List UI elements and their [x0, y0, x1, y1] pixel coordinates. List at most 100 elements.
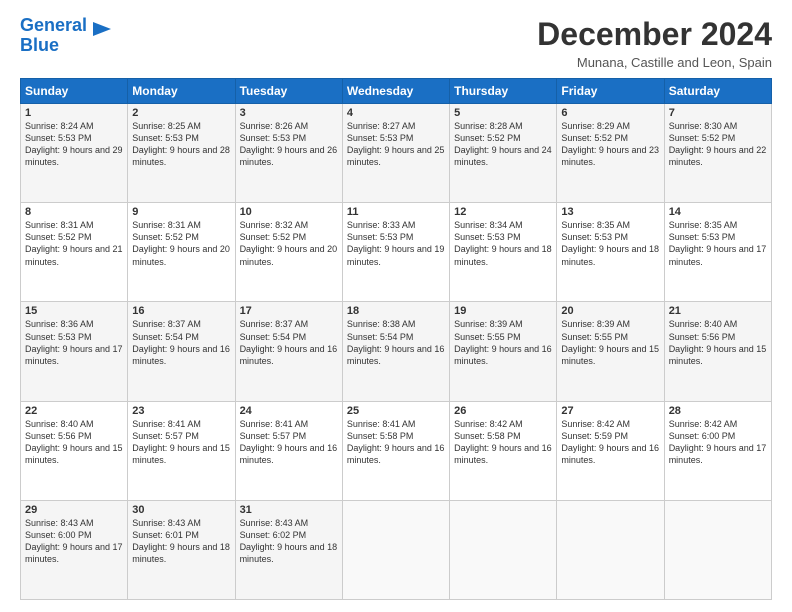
day-number: 14	[669, 206, 767, 218]
day-number: 29	[25, 504, 123, 516]
table-cell: 30 Sunrise: 8:43 AMSunset: 6:01 PMDayligh…	[128, 500, 235, 599]
day-number: 1	[25, 107, 123, 119]
day-number: 4	[347, 107, 445, 119]
location: Munana, Castille and Leon, Spain	[537, 55, 772, 70]
table-cell: 12 Sunrise: 8:34 AMSunset: 5:53 PMDayligh…	[450, 203, 557, 302]
calendar-header-row: Sunday Monday Tuesday Wednesday Thursday…	[21, 79, 772, 104]
table-cell	[450, 500, 557, 599]
cell-info: Sunrise: 8:35 AMSunset: 5:53 PMDaylight:…	[561, 220, 659, 266]
table-row: 29 Sunrise: 8:43 AMSunset: 6:00 PMDayligh…	[21, 500, 772, 599]
table-cell: 28 Sunrise: 8:42 AMSunset: 6:00 PMDayligh…	[664, 401, 771, 500]
day-number: 30	[132, 504, 230, 516]
day-number: 5	[454, 107, 552, 119]
cell-info: Sunrise: 8:34 AMSunset: 5:53 PMDaylight:…	[454, 220, 552, 266]
day-number: 12	[454, 206, 552, 218]
table-row: 1Sunrise: 8:24 AMSunset: 5:53 PMDaylight…	[21, 104, 772, 203]
cell-info: Sunrise: 8:31 AMSunset: 5:52 PMDaylight:…	[132, 220, 230, 266]
table-cell: 26Sunrise: 8:42 AMSunset: 5:58 PMDayligh…	[450, 401, 557, 500]
day-number: 26	[454, 405, 552, 417]
header: General Blue December 2024 Munana, Casti…	[20, 16, 772, 70]
header-saturday: Saturday	[664, 79, 771, 104]
cell-info: Sunrise: 8:39 AMSunset: 5:55 PMDaylight:…	[454, 319, 552, 365]
header-monday: Monday	[128, 79, 235, 104]
header-sunday: Sunday	[21, 79, 128, 104]
table-cell: 31 Sunrise: 8:43 AMSunset: 6:02 PMDayligh…	[235, 500, 342, 599]
table-cell: 6 Sunrise: 8:29 AMSunset: 5:52 PMDaylight…	[557, 104, 664, 203]
table-cell: 16Sunrise: 8:37 AMSunset: 5:54 PMDayligh…	[128, 302, 235, 401]
day-number: 28	[669, 405, 767, 417]
header-wednesday: Wednesday	[342, 79, 449, 104]
table-cell: 7 Sunrise: 8:30 AMSunset: 5:52 PMDaylight…	[664, 104, 771, 203]
logo-general: General	[20, 15, 87, 35]
day-number: 3	[240, 107, 338, 119]
table-cell: 5Sunrise: 8:28 AMSunset: 5:52 PMDaylight…	[450, 104, 557, 203]
table-cell: 1Sunrise: 8:24 AMSunset: 5:53 PMDaylight…	[21, 104, 128, 203]
title-block: December 2024 Munana, Castille and Leon,…	[537, 16, 772, 70]
table-cell: 18 Sunrise: 8:38 AMSunset: 5:54 PMDayligh…	[342, 302, 449, 401]
day-number: 25	[347, 405, 445, 417]
table-cell: 21Sunrise: 8:40 AMSunset: 5:56 PMDayligh…	[664, 302, 771, 401]
table-cell: 3Sunrise: 8:26 AMSunset: 5:53 PMDaylight…	[235, 104, 342, 203]
cell-info: Sunrise: 8:35 AMSunset: 5:53 PMDaylight:…	[669, 220, 767, 266]
day-number: 24	[240, 405, 338, 417]
day-number: 20	[561, 305, 659, 317]
day-number: 19	[454, 305, 552, 317]
table-row: 22Sunrise: 8:40 AMSunset: 5:56 PMDayligh…	[21, 401, 772, 500]
table-cell: 14 Sunrise: 8:35 AMSunset: 5:53 PMDayligh…	[664, 203, 771, 302]
table-cell: 19 Sunrise: 8:39 AMSunset: 5:55 PMDayligh…	[450, 302, 557, 401]
table-cell	[557, 500, 664, 599]
table-cell	[664, 500, 771, 599]
cell-info: Sunrise: 8:41 AMSunset: 5:57 PMDaylight:…	[132, 419, 230, 465]
cell-info: Sunrise: 8:29 AMSunset: 5:52 PMDaylight:…	[561, 121, 659, 167]
day-number: 31	[240, 504, 338, 516]
day-number: 8	[25, 206, 123, 218]
cell-info: Sunrise: 8:41 AMSunset: 5:58 PMDaylight:…	[347, 419, 445, 465]
cell-info: Sunrise: 8:43 AMSunset: 6:02 PMDaylight:…	[240, 518, 338, 564]
table-cell: 8 Sunrise: 8:31 AMSunset: 5:52 PMDaylight…	[21, 203, 128, 302]
cell-info: Sunrise: 8:36 AMSunset: 5:53 PMDaylight:…	[25, 319, 123, 365]
cell-info: Sunrise: 8:42 AMSunset: 6:00 PMDaylight:…	[669, 419, 767, 465]
day-number: 6	[561, 107, 659, 119]
day-number: 7	[669, 107, 767, 119]
cell-info: Sunrise: 8:43 AMSunset: 6:01 PMDaylight:…	[132, 518, 230, 564]
day-number: 15	[25, 305, 123, 317]
day-number: 18	[347, 305, 445, 317]
logo-text: General Blue	[20, 16, 87, 56]
table-cell: 17 Sunrise: 8:37 AMSunset: 5:54 PMDayligh…	[235, 302, 342, 401]
table-cell: 24Sunrise: 8:41 AMSunset: 5:57 PMDayligh…	[235, 401, 342, 500]
cell-info: Sunrise: 8:27 AMSunset: 5:53 PMDaylight:…	[347, 121, 445, 167]
day-number: 2	[132, 107, 230, 119]
table-cell: 11 Sunrise: 8:33 AMSunset: 5:53 PMDayligh…	[342, 203, 449, 302]
cell-info: Sunrise: 8:39 AMSunset: 5:55 PMDaylight:…	[561, 319, 659, 365]
table-cell: 27 Sunrise: 8:42 AMSunset: 5:59 PMDayligh…	[557, 401, 664, 500]
table-cell: 20 Sunrise: 8:39 AMSunset: 5:55 PMDayligh…	[557, 302, 664, 401]
day-number: 13	[561, 206, 659, 218]
cell-info: Sunrise: 8:32 AMSunset: 5:52 PMDaylight:…	[240, 220, 338, 266]
day-number: 27	[561, 405, 659, 417]
cell-info: Sunrise: 8:33 AMSunset: 5:53 PMDaylight:…	[347, 220, 445, 266]
cell-info: Sunrise: 8:43 AMSunset: 6:00 PMDaylight:…	[25, 518, 123, 564]
day-number: 22	[25, 405, 123, 417]
cell-info: Sunrise: 8:37 AMSunset: 5:54 PMDaylight:…	[240, 319, 338, 365]
day-number: 11	[347, 206, 445, 218]
cell-info: Sunrise: 8:42 AMSunset: 5:59 PMDaylight:…	[561, 419, 659, 465]
logo-arrow-icon	[91, 18, 113, 40]
cell-info: Sunrise: 8:30 AMSunset: 5:52 PMDaylight:…	[669, 121, 767, 167]
logo: General Blue	[20, 16, 113, 56]
page: General Blue December 2024 Munana, Casti…	[0, 0, 792, 612]
table-row: 15 Sunrise: 8:36 AMSunset: 5:53 PMDayligh…	[21, 302, 772, 401]
cell-info: Sunrise: 8:25 AMSunset: 5:53 PMDaylight:…	[132, 121, 230, 167]
day-number: 21	[669, 305, 767, 317]
header-thursday: Thursday	[450, 79, 557, 104]
cell-info: Sunrise: 8:37 AMSunset: 5:54 PMDaylight:…	[132, 319, 230, 365]
table-cell: 29 Sunrise: 8:43 AMSunset: 6:00 PMDayligh…	[21, 500, 128, 599]
cell-info: Sunrise: 8:38 AMSunset: 5:54 PMDaylight:…	[347, 319, 445, 365]
month-title: December 2024	[537, 16, 772, 53]
table-cell: 22Sunrise: 8:40 AMSunset: 5:56 PMDayligh…	[21, 401, 128, 500]
table-cell: 15 Sunrise: 8:36 AMSunset: 5:53 PMDayligh…	[21, 302, 128, 401]
calendar-table: Sunday Monday Tuesday Wednesday Thursday…	[20, 78, 772, 600]
table-cell	[342, 500, 449, 599]
table-row: 8 Sunrise: 8:31 AMSunset: 5:52 PMDaylight…	[21, 203, 772, 302]
day-number: 17	[240, 305, 338, 317]
cell-info: Sunrise: 8:31 AMSunset: 5:52 PMDaylight:…	[25, 220, 123, 266]
